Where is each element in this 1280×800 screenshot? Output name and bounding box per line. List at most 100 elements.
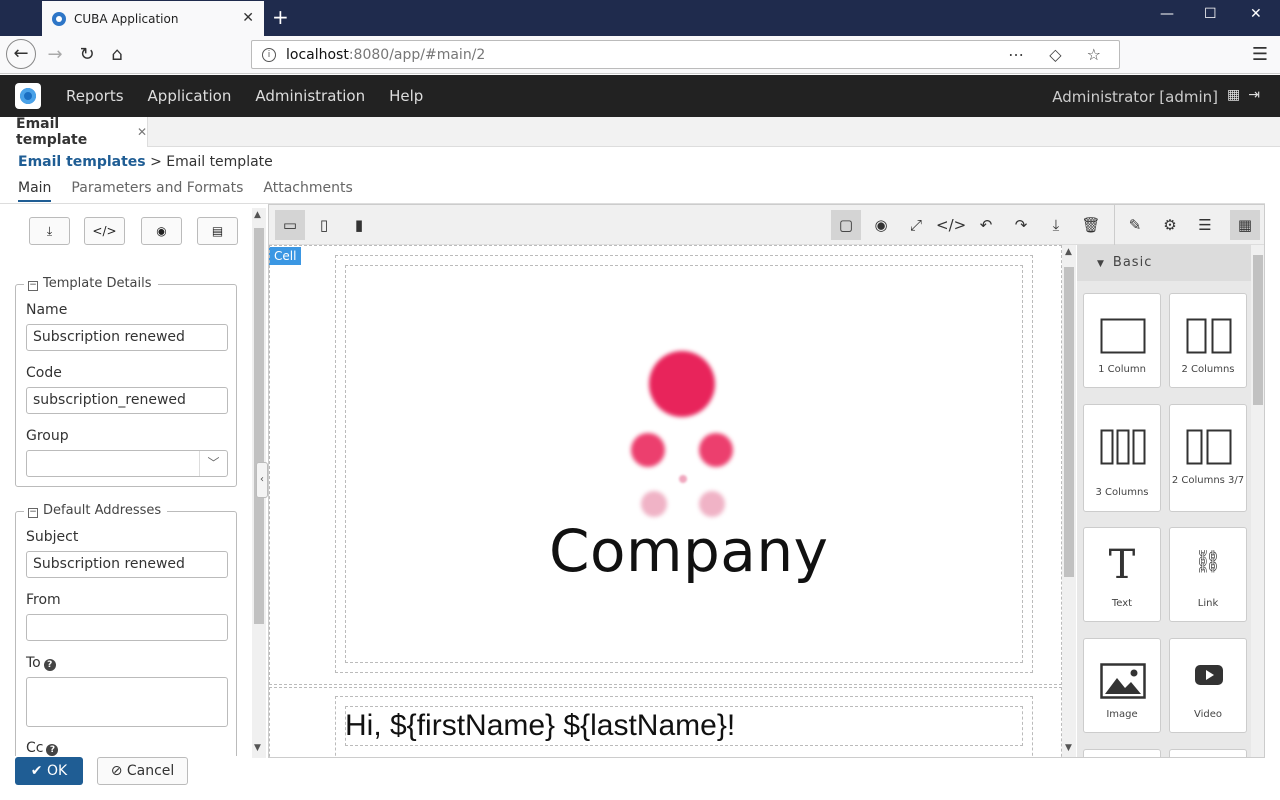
style-manager-brush-icon[interactable]: ✎ [1120,210,1150,240]
blocks-scroll-thumb[interactable] [1253,255,1263,405]
scroll-up-icon[interactable]: ▲ [1065,247,1072,257]
page-actions-icon[interactable]: ⋯ ◇ ☆ [1008,45,1111,64]
home-icon[interactable]: ⌂ [104,42,130,68]
trash-icon[interactable]: 🗑 [1076,210,1106,240]
default-addresses-legend[interactable]: − Default Addresses [24,503,168,518]
blocks-scrollbar[interactable] [1251,245,1264,757]
menu-item-application[interactable]: Application [148,87,232,105]
two-columns-3-7-icon [1186,429,1232,465]
logout-icon[interactable]: ⇥ [1248,87,1268,103]
browser-tab[interactable]: CUBA Application ✕ [42,1,264,36]
logo-dot [631,433,665,467]
block-2-columns[interactable]: 2 Columns [1169,293,1247,388]
import-icon[interactable]: ⤓ [1041,210,1071,240]
tablet-view-icon[interactable]: ▯ [309,210,339,240]
logo-cell[interactable] [345,265,1023,663]
logo-dot-small [679,475,687,483]
name-input[interactable]: Subscription renewed [26,324,228,351]
scroll-down-icon[interactable]: ▼ [1065,743,1072,753]
desktop-view-icon[interactable]: ▭ [275,210,305,240]
view-html-button[interactable]: </> [84,217,125,245]
tab-parameters-and-formats[interactable]: Parameters and Formats [71,180,243,202]
collapse-icon[interactable]: − [28,508,38,518]
group-select[interactable]: ﹀ [26,450,228,477]
block-2-columns-3-7[interactable]: 2 Columns 3/7 [1169,404,1247,512]
settings-gear-icon[interactable]: ⚙ [1155,210,1185,240]
mobile-view-icon[interactable]: ▮ [344,210,374,240]
ok-button[interactable]: ✔ OK [15,757,83,785]
back-arrow-icon[interactable]: ← [6,39,36,69]
scroll-thumb[interactable] [254,228,264,624]
breadcrumb-email-templates[interactable]: Email templates [18,154,146,170]
window-close-icon[interactable]: ✕ [1250,6,1262,22]
block-label: 1 Column [1098,364,1146,375]
block-video[interactable]: Video [1169,638,1247,733]
template-details-fieldset: − Template Details Name Subscription rene… [15,276,237,487]
block-partial[interactable] [1169,749,1247,757]
scroll-down-icon[interactable]: ▼ [254,743,261,753]
help-icon[interactable]: ? [43,659,56,671]
logo-dot [699,433,733,467]
canvas-scroll-thumb[interactable] [1064,267,1074,577]
block-image[interactable]: Image [1083,638,1161,733]
code-view-icon[interactable]: </> [936,210,966,240]
cancel-button[interactable]: ⊘ Cancel [97,757,188,785]
workarea-tab-title: Email template [16,116,88,148]
tiles-icon[interactable]: ▦ [1227,87,1248,103]
block-link[interactable]: ⛓ Link [1169,527,1247,622]
block-partial[interactable] [1083,749,1161,757]
close-workarea-tab-icon[interactable]: ✕ [137,125,147,139]
collapse-left-panel-icon[interactable]: ‹ [256,462,268,498]
hamburger-menu-icon[interactable]: ☰ [1252,44,1268,65]
tab-attachments[interactable]: Attachments [263,180,352,202]
scroll-up-icon[interactable]: ▲ [254,210,261,220]
collapse-icon[interactable]: − [28,281,38,291]
fullscreen-icon[interactable]: ⤢ [901,210,931,240]
export-button[interactable]: ⤓ [29,217,70,245]
canvas-scrollbar[interactable]: ▲ ▼ [1062,245,1076,757]
block-label: Link [1197,598,1219,609]
menu-item-administration[interactable]: Administration [255,87,365,105]
template-details-legend[interactable]: − Template Details [24,276,158,291]
cc-label-row: Cc? [26,740,59,756]
block-1-column[interactable]: 1 Column [1083,293,1161,388]
chevron-down-icon[interactable]: ﹀ [199,451,227,476]
current-user[interactable]: Administrator [admin] [1052,88,1218,106]
redo-icon[interactable]: ↷ [1006,210,1036,240]
minimize-icon[interactable]: — [1160,6,1174,22]
forward-arrow-icon[interactable]: → [42,42,68,68]
from-input[interactable] [26,614,228,641]
maximize-icon[interactable]: ☐ [1204,6,1217,22]
preview-eye-icon[interactable]: ◉ [866,210,896,240]
site-info-icon[interactable]: i [262,47,276,62]
layers-icon[interactable]: ☰ [1190,210,1220,240]
editor-canvas[interactable]: Cell Company Hi, ${firstName} ${lastName… [269,245,1062,757]
component-outline-icon[interactable]: ▢ [831,210,861,240]
reload-icon[interactable]: ↻ [74,42,100,68]
blocks-category-basic[interactable]: ▼ Basic [1077,245,1251,281]
report-button[interactable]: ▤ [197,217,238,245]
block-text[interactable]: T Text [1083,527,1161,622]
code-input[interactable]: subscription_renewed [26,387,228,414]
caret-down-icon: ▼ [1097,259,1105,269]
url-path: :8080/app/#main/2 [348,46,486,63]
cuba-logo-icon[interactable] [15,83,41,109]
help-icon[interactable]: ? [46,744,59,756]
undo-icon[interactable]: ↶ [971,210,1001,240]
preview-button[interactable]: ◉ [141,217,182,245]
greeting-text[interactable]: Hi, ${firstName} ${lastName}! [345,709,735,743]
to-label-row: To? [26,655,56,671]
block-label: Text [1111,598,1133,609]
tab-main[interactable]: Main [18,180,52,202]
close-tab-icon[interactable]: ✕ [242,10,254,26]
block-3-columns[interactable]: 3 Columns [1083,404,1161,512]
subject-input[interactable]: Subscription renewed [26,551,228,578]
workarea-tab[interactable]: Email template ✕ [0,116,148,148]
new-tab-icon[interactable]: + [272,5,289,29]
menu-item-reports[interactable]: Reports [66,87,124,105]
default-addresses-title: Default Addresses [43,503,162,518]
url-bar[interactable]: i localhost:8080/app/#main/2 ⋯ ◇ ☆ [251,40,1120,69]
blocks-icon[interactable]: ▦ [1230,210,1260,240]
to-textarea[interactable] [26,677,228,727]
menu-item-help[interactable]: Help [389,87,423,105]
